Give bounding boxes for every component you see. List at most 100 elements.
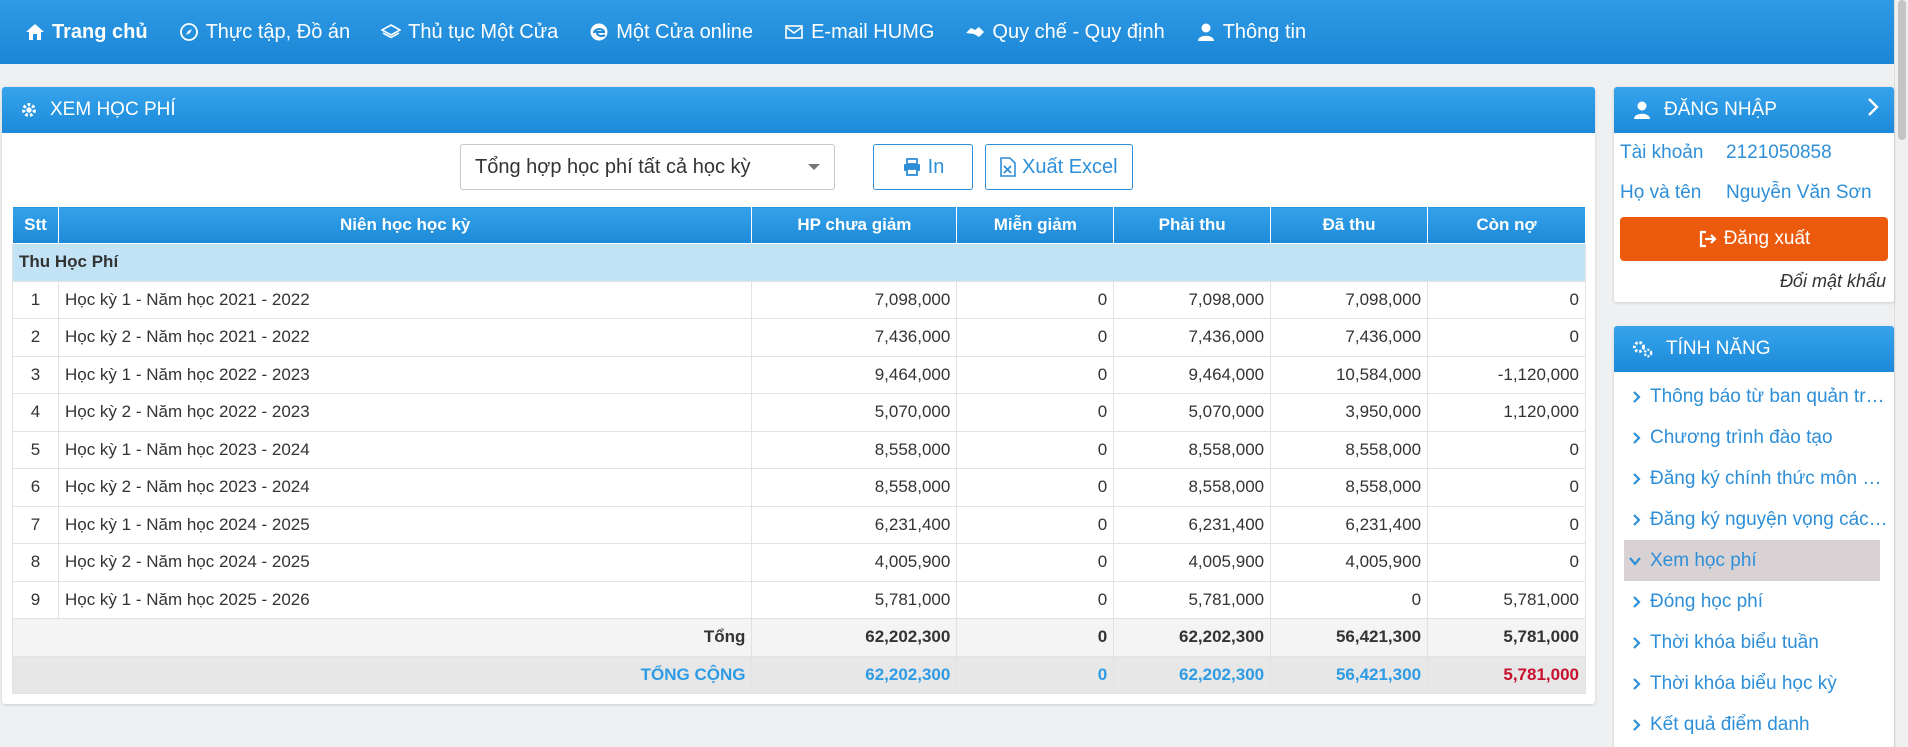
grand-cell-payable: 62,202,300 [1113, 655, 1272, 694]
nav-internship[interactable]: Thực tập, Đồ án [178, 21, 350, 44]
feature-label: Đăng ký chính thức môn h... [1650, 467, 1888, 489]
feature-item[interactable]: Thông báo từ ban quản trị ... [1620, 376, 1888, 417]
cell-stt: 5 [12, 430, 59, 469]
change-password-link[interactable]: Đổi mật khẩu [1614, 261, 1894, 292]
group-label: Thu Học Phí [12, 243, 1586, 282]
feature-item[interactable]: Đăng ký nguyện vọng các ... [1620, 499, 1888, 540]
cell-stt: 2 [12, 318, 59, 357]
nav-info[interactable]: Thông tin [1195, 21, 1306, 44]
sum-cell-debt: 5,781,000 [1427, 618, 1586, 657]
scrollbar-thumb[interactable] [1898, 0, 1906, 140]
handshake-icon [964, 21, 986, 43]
features-panel: TÍNH NĂNG Thông báo từ ban quản trị ... C… [1614, 326, 1894, 747]
cell-discount: 0 [956, 430, 1115, 469]
cell-paid: 0 [1270, 580, 1429, 619]
select-value: Tổng hợp học phí tất cả học kỳ [475, 155, 751, 178]
feature-item[interactable]: Thời khóa biểu học kỳ [1620, 663, 1888, 704]
chevron-right-icon[interactable] [1866, 97, 1880, 123]
mail-icon [783, 21, 805, 43]
table-row: 5 Học kỳ 1 - Năm học 2023 - 2024 8,558,000… [12, 430, 1586, 469]
nav-email[interactable]: E-mail HUMG [783, 21, 934, 44]
cell-debt: 0 [1427, 505, 1586, 544]
cell-stt: 6 [12, 468, 59, 507]
cell-paid: 6,231,400 [1270, 505, 1429, 544]
grand-cell-discount: 0 [956, 655, 1115, 694]
cell-discount: 0 [956, 318, 1115, 357]
nav-label: Thông tin [1222, 20, 1307, 43]
nav-home[interactable]: Trang chủ [24, 21, 148, 44]
nav-one-stop-online[interactable]: Một Cửa online [588, 21, 753, 44]
col-header-paid[interactable]: Đã thu [1270, 206, 1429, 244]
nav-label: Trang chủ [52, 20, 148, 43]
feature-item[interactable]: Thời khóa biểu tuần [1620, 622, 1888, 663]
feature-item[interactable]: Đóng học phí [1620, 581, 1888, 622]
cell-stt: 7 [12, 505, 59, 544]
panel-title: XEM HỌC PHÍ [50, 99, 176, 120]
toolbar: Tổng hợp học phí tất cả học kỳ In Xuất E… [460, 144, 1133, 190]
features-title: TÍNH NĂNG [1666, 338, 1771, 359]
group-row: Thu Học Phí [12, 243, 1586, 282]
semester-select[interactable]: Tổng hợp học phí tất cả học kỳ [460, 144, 835, 190]
col-header-stt[interactable]: Stt [12, 206, 59, 244]
nav-label: E-mail HUMG [811, 20, 935, 43]
home-icon [24, 21, 46, 43]
cell-original-fee: 8,558,000 [751, 430, 958, 469]
cell-original-fee: 5,070,000 [751, 393, 958, 432]
cell-payable: 6,231,400 [1113, 505, 1272, 544]
table-row: 3 Học kỳ 1 - Năm học 2022 - 2023 9,464,000… [12, 355, 1586, 394]
col-header-discount[interactable]: Miễn giảm [956, 206, 1115, 244]
col-header-debt[interactable]: Còn nợ [1427, 206, 1586, 244]
cell-debt: -1,120,000 [1427, 355, 1586, 394]
chevron-right-icon [1632, 636, 1642, 650]
account-value: 2121050858 [1726, 142, 1832, 163]
cell-original-fee: 9,464,000 [751, 355, 958, 394]
cell-paid: 3,950,000 [1270, 393, 1429, 432]
nav-label: Quy chế - Quy định [992, 20, 1165, 43]
table-header-row: Stt Niên học học kỳ HP chưa giảm Miễn gi… [12, 206, 1586, 244]
sum-cell-discount: 0 [956, 618, 1115, 657]
login-header[interactable]: ĐĂNG NHẬP [1614, 87, 1894, 133]
sign-out-icon [1698, 229, 1718, 249]
gear-icon [20, 101, 38, 119]
cell-discount: 0 [956, 468, 1115, 507]
cell-stt: 4 [12, 393, 59, 432]
cell-payable: 8,558,000 [1113, 468, 1272, 507]
cell-discount: 0 [956, 280, 1115, 319]
compass-icon [178, 21, 200, 43]
export-excel-button[interactable]: Xuất Excel [985, 144, 1133, 190]
print-button[interactable]: In [873, 144, 973, 190]
feature-item[interactable]: Chương trình đào tạo [1620, 417, 1888, 458]
feature-item[interactable]: Đăng ký chính thức môn h... [1620, 458, 1888, 499]
col-header-payable[interactable]: Phải thu [1113, 206, 1272, 244]
feature-item[interactable]: Xem học phí [1624, 540, 1880, 581]
nav-one-stop[interactable]: Thủ tục Một Cửa [380, 21, 558, 44]
nav-label: Một Cửa online [616, 20, 754, 43]
cell-discount: 0 [956, 543, 1115, 582]
cell-stt: 9 [12, 580, 59, 619]
name-row: Họ và tên Nguyễn Văn Sơn [1614, 173, 1894, 213]
page-scrollbar[interactable] [1894, 0, 1908, 747]
user-icon [1195, 21, 1217, 43]
chevron-right-icon [1632, 677, 1642, 691]
cell-payable: 8,558,000 [1113, 430, 1272, 469]
cell-debt: 1,120,000 [1427, 393, 1586, 432]
nav-regulations[interactable]: Quy chế - Quy định [964, 20, 1165, 44]
cell-debt: 0 [1427, 280, 1586, 319]
feature-item[interactable]: Kết quả điểm danh [1620, 704, 1888, 745]
name-label: Họ và tên [1620, 182, 1702, 203]
account-label: Tài khoản [1620, 142, 1704, 163]
sum-cell-payable: 62,202,300 [1113, 618, 1272, 657]
login-title: ĐĂNG NHẬP [1664, 99, 1777, 120]
account-row: Tài khoản 2121050858 [1614, 133, 1894, 173]
nav-label: Thủ tục Một Cửa [408, 20, 559, 43]
col-header-semester[interactable]: Niên học học kỳ [57, 206, 753, 244]
logout-button[interactable]: Đăng xuất [1620, 217, 1888, 261]
caret-down-icon [808, 164, 820, 170]
col-header-original-fee[interactable]: HP chưa giảm [751, 206, 958, 244]
table-row: 8 Học kỳ 2 - Năm học 2024 - 2025 4,005,900… [12, 543, 1586, 582]
feature-label: Xem học phí [1650, 549, 1757, 571]
cell-semester: Học kỳ 1 - Năm học 2021 - 2022 [57, 280, 753, 319]
chevron-right-icon [1632, 472, 1642, 486]
user-icon [1632, 100, 1652, 120]
chevron-right-icon [1632, 431, 1642, 445]
